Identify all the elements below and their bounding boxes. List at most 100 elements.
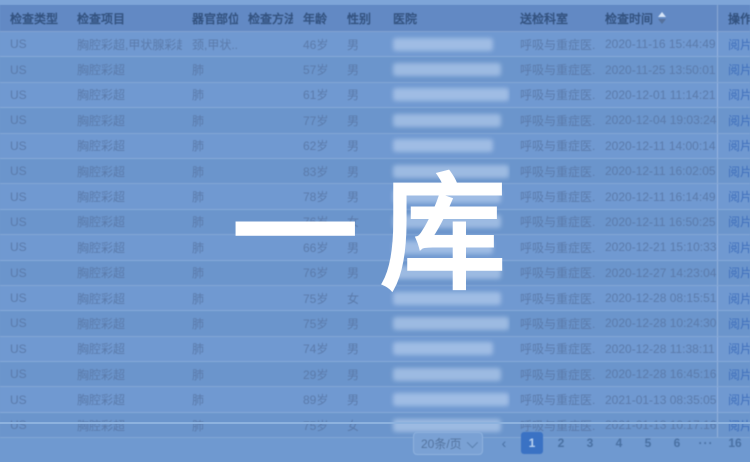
view-image-link[interactable]: 阅片 [728,213,750,230]
cell-age: 61岁 [293,83,337,107]
cell-age: 29岁 [293,362,337,386]
cell-age: 83岁 [293,159,337,183]
view-image-link[interactable]: 阅片 [728,61,750,78]
view-image-link[interactable]: 阅片 [728,188,750,205]
cell-gender: 男 [337,83,383,107]
sort-ascending-icon[interactable] [658,12,666,17]
cell-department: 呼吸与重症医... [510,108,595,132]
cell-exam-method [238,57,293,81]
cell-exam-type: US [0,32,67,56]
table-row: US 胸腔彩超 肺 66岁 男 呼吸与重症医... 2020-12-21 15:… [0,235,750,260]
page-button-3[interactable]: 3 [579,432,601,454]
view-image-link[interactable]: 阅片 [728,366,750,383]
cell-hospital [383,337,510,361]
hospital-redacted-block [393,139,493,152]
cell-age: 78岁 [293,184,337,208]
cell-gender: 男 [337,134,383,158]
col-header-exam-type: 检查类型 [0,5,67,31]
col-header-exam-time[interactable]: 检查时间 [595,5,717,31]
cell-exam-type: US [0,134,67,158]
cell-exam-method [238,235,293,259]
cell-exam-type: US [0,311,67,335]
cell-gender: 男 [337,311,383,335]
cell-exam-time: 2020-12-27 14:23:04 [595,261,717,285]
hospital-redacted-block [393,266,501,279]
cell-exam-type: US [0,57,67,81]
page-button-5[interactable]: 5 [637,432,659,454]
sort-descending-icon[interactable] [658,19,666,24]
page-button-2[interactable]: 2 [550,432,572,454]
cell-department: 呼吸与重症医... [510,210,595,234]
cell-organ-part: 肺 [182,134,238,158]
table-row: US 胸腔彩超 肺 77岁 男 呼吸与重症医... 2020-12-04 19:… [0,108,750,133]
page-button-1[interactable]: 1 [521,432,543,454]
cell-exam-item: 胸腔彩超 [67,210,182,234]
cell-exam-item: 胸腔彩超 [67,261,182,285]
view-image-link[interactable]: 阅片 [728,163,750,180]
cell-exam-method [238,261,293,285]
cell-exam-time: 2021-01-13 08:35:05 [595,387,717,411]
cell-gender: 男 [337,387,383,411]
cell-exam-method [238,337,293,361]
view-image-link[interactable]: 阅片 [728,315,750,332]
cell-hospital [383,362,510,386]
hospital-redacted-block [393,368,501,381]
cell-exam-item: 胸腔彩超 [67,184,182,208]
cell-department: 呼吸与重症医... [510,134,595,158]
cell-exam-method [238,134,293,158]
cell-age: 46岁 [293,32,337,56]
hospital-redacted-block [393,114,501,127]
cell-exam-type: US [0,83,67,107]
cell-hospital [383,235,510,259]
view-image-link[interactable]: 阅片 [728,340,750,357]
cell-exam-method [238,83,293,107]
cell-exam-type: US [0,235,67,259]
cell-hospital [383,134,510,158]
cell-exam-time: 2020-12-11 16:50:25 [595,210,717,234]
view-image-link[interactable]: 阅片 [728,86,750,103]
cell-department: 呼吸与重症医... [510,337,595,361]
page-button-4[interactable]: 4 [608,432,630,454]
cell-department: 呼吸与重症医... [510,286,595,310]
cell-organ-part: 肺 [182,311,238,335]
view-image-link[interactable]: 阅片 [728,239,750,256]
view-image-link[interactable]: 阅片 [728,264,750,281]
hospital-redacted-block [393,63,501,76]
view-image-link[interactable]: 阅片 [728,290,750,307]
page-button-16[interactable]: 16 [724,432,746,454]
sort-carets-icon[interactable] [658,12,666,24]
cell-exam-time: 2020-12-01 11:14:21 [595,83,717,107]
cell-gender: 男 [337,184,383,208]
cell-exam-item: 胸腔彩超 [67,108,182,132]
view-image-link[interactable]: 阅片 [728,391,750,408]
page-button-6[interactable]: 6 [666,432,688,454]
page-ellipsis-button[interactable]: ··· [695,432,717,454]
cell-action: 阅片 [717,362,750,386]
page-size-select[interactable]: 20条/页 [413,432,483,455]
view-image-link[interactable]: 阅片 [728,36,750,53]
cell-action: 阅片 [717,387,750,411]
table-row: US 胸腔彩超 肺 75岁 男 呼吸与重症医... 2020-12-28 10:… [0,311,750,336]
cell-gender: 男 [337,159,383,183]
col-header-organ-part: 器官部位 [182,5,238,31]
exam-time-label: 检查时间 [605,10,653,27]
col-header-department: 送检科室 [510,5,595,31]
cell-exam-time: 2020-11-25 13:50:01 [595,57,717,81]
cell-department: 呼吸与重症医... [510,184,595,208]
cell-exam-method [238,32,293,56]
cell-organ-part: 肺 [182,83,238,107]
pagination-bar: 20条/页 ‹ 123456 ··· 16 [0,424,750,462]
view-image-link[interactable]: 阅片 [728,112,750,129]
table-row: US 胸腔彩超 肺 89岁 男 呼吸与重症医... 2021-01-13 08:… [0,387,750,412]
cell-age: 62岁 [293,134,337,158]
cell-organ-part: 肺 [182,337,238,361]
cell-hospital [383,57,510,81]
cell-age: 74岁 [293,337,337,361]
col-header-exam-method: 检查方法 [238,5,293,31]
cell-organ-part: 肺 [182,210,238,234]
view-image-link[interactable]: 阅片 [728,137,750,154]
prev-page-button[interactable]: ‹ [496,432,512,454]
hospital-redacted-block [393,292,501,305]
cell-action: 阅片 [717,261,750,285]
col-header-age: 年龄 [293,5,337,31]
